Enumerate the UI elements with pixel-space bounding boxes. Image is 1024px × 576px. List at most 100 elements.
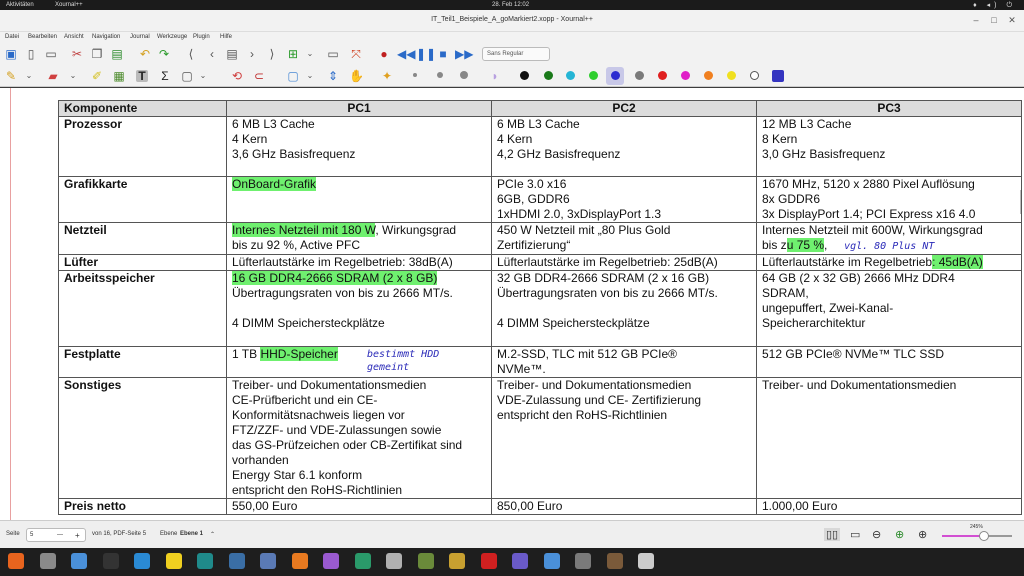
open-icon[interactable]: ▭ xyxy=(44,47,58,61)
shape-icon[interactable]: ▢ xyxy=(180,69,194,83)
presentation-icon[interactable]: ▭ xyxy=(850,528,860,541)
eraser-icon[interactable]: ▰ xyxy=(46,69,60,83)
zoom-in-icon[interactable]: ⊕ xyxy=(918,528,927,541)
record-icon[interactable]: ● xyxy=(377,47,391,61)
menu-plugin[interactable]: Plugin xyxy=(193,34,210,40)
zoom-slider[interactable] xyxy=(942,531,1012,541)
taskbar-app-icon[interactable] xyxy=(71,553,87,569)
taskbar-app-icon[interactable] xyxy=(449,553,465,569)
pen-color-swatch[interactable] xyxy=(704,71,713,80)
minimize-button[interactable]: – xyxy=(970,15,982,25)
pen-icon[interactable]: ✎ xyxy=(4,69,18,83)
thick-size-icon[interactable] xyxy=(460,71,468,79)
highlighter-icon[interactable]: ✐ xyxy=(90,69,104,83)
pen-color-swatch[interactable] xyxy=(727,71,736,80)
menu-journal[interactable]: Journal xyxy=(130,34,150,40)
taskbar-app-icon[interactable] xyxy=(8,553,24,569)
chevron-down-icon[interactable]: ⌄ xyxy=(22,69,36,83)
select-rect-icon[interactable]: ▢ xyxy=(286,69,300,83)
taskbar-app-icon[interactable] xyxy=(512,553,528,569)
pen-color-swatch[interactable] xyxy=(589,71,598,80)
pen-color-swatch[interactable] xyxy=(635,71,644,80)
image-icon[interactable]: ▦ xyxy=(112,69,126,83)
chevron-down-icon[interactable]: ⌄ xyxy=(66,69,80,83)
chevron-up-icon[interactable]: ⌃ xyxy=(210,531,215,538)
taskbar-app-icon[interactable] xyxy=(323,553,339,569)
app-menu[interactable]: Xournal++ xyxy=(55,2,83,8)
menu-hilfe[interactable]: Hilfe xyxy=(220,34,232,40)
pen-color-swatch[interactable] xyxy=(658,71,667,80)
menu-navigation[interactable]: Navigation xyxy=(92,34,120,40)
taskbar-app-icon[interactable] xyxy=(480,553,497,569)
pen-color-swatch[interactable] xyxy=(566,71,575,80)
page-decrement-button[interactable]: — xyxy=(57,532,63,538)
fine-size-icon[interactable] xyxy=(413,73,417,77)
new-document-icon[interactable]: ▯ xyxy=(24,47,38,61)
rewind-icon[interactable]: ◀◀ xyxy=(397,47,415,61)
layer-select[interactable]: Ebene 1 xyxy=(180,531,203,537)
previous-page-icon[interactable]: ‹ xyxy=(205,47,219,61)
vertical-space-icon[interactable]: ⇕ xyxy=(326,69,340,83)
copy-icon[interactable]: ❐ xyxy=(90,47,104,61)
medium-size-icon[interactable] xyxy=(437,72,443,78)
next-page-icon[interactable]: › xyxy=(245,47,259,61)
pen-color-swatch[interactable] xyxy=(681,71,690,80)
pen-color-swatch[interactable] xyxy=(772,70,784,82)
page-increment-button[interactable]: + xyxy=(75,531,80,540)
goto-page-icon[interactable]: ▤ xyxy=(225,47,239,61)
chevron-down-icon[interactable]: ⌄ xyxy=(196,69,210,83)
menu-ansicht[interactable]: Ansicht xyxy=(64,34,84,40)
fill-icon[interactable]: ◗ xyxy=(488,69,502,83)
taskbar-app-icon[interactable] xyxy=(606,553,623,569)
taskbar-app-icon[interactable] xyxy=(260,553,276,569)
taskbar-app-icon[interactable] xyxy=(354,553,371,569)
chevron-down-icon[interactable]: ⌄ xyxy=(303,47,317,61)
insert-page-icon[interactable]: ⊞ xyxy=(286,47,300,61)
menu-bearbeiten[interactable]: Bearbeiten xyxy=(28,34,57,40)
undo-icon[interactable]: ↶ xyxy=(138,47,152,61)
hand-icon[interactable]: ✋ xyxy=(349,69,364,83)
clock[interactable]: 28. Feb 12:02 xyxy=(492,2,529,8)
taskbar-app-icon[interactable] xyxy=(575,553,591,569)
pen-color-swatch[interactable] xyxy=(750,71,759,80)
pen-color-swatch[interactable] xyxy=(544,71,553,80)
chevron-down-icon[interactable]: ⌄ xyxy=(303,69,317,83)
fullscreen-icon[interactable]: ⤧ xyxy=(349,47,363,61)
first-page-icon[interactable]: ⟨ xyxy=(184,47,198,61)
menu-datei[interactable]: Datei xyxy=(5,34,19,40)
activities-button[interactable]: Aktivitäten xyxy=(6,2,34,8)
play-object-icon[interactable]: ✦ xyxy=(380,69,394,83)
taskbar-app-icon[interactable] xyxy=(102,553,119,569)
font-selector[interactable]: Sans Regular xyxy=(482,47,550,61)
redo-icon[interactable]: ↷ xyxy=(157,47,171,61)
taskbar-app-icon[interactable] xyxy=(417,553,434,569)
page-number-input[interactable]: 5 — + xyxy=(26,528,86,542)
menu-werkzeuge[interactable]: Werkzeuge xyxy=(157,34,187,40)
taskbar-app-icon[interactable] xyxy=(386,553,402,569)
zoom-out-icon[interactable]: ⊖ xyxy=(872,528,881,541)
pause-icon[interactable]: ❚❚ xyxy=(416,47,436,61)
taskbar-app-icon[interactable] xyxy=(638,553,654,569)
taskbar-app-icon[interactable] xyxy=(228,553,245,569)
snap-icon[interactable]: ⊂ xyxy=(252,69,266,83)
rotate-icon[interactable]: ⟲ xyxy=(230,69,244,83)
text-tool-icon[interactable]: T xyxy=(135,69,149,83)
taskbar-app-icon[interactable] xyxy=(197,553,213,569)
dual-page-icon[interactable]: ▯▯ xyxy=(824,528,841,541)
taskbar-app-icon[interactable] xyxy=(134,553,150,569)
system-tray[interactable]: ♦ ◂) ⏻ xyxy=(973,1,1016,10)
save-icon[interactable]: ▣ xyxy=(4,47,18,61)
forward-icon[interactable]: ▶▶ xyxy=(455,47,473,61)
paste-icon[interactable]: ▤ xyxy=(110,47,124,61)
taskbar-app-icon[interactable] xyxy=(165,553,182,569)
maximize-button[interactable]: □ xyxy=(988,15,1000,25)
delete-page-icon[interactable]: ▭ xyxy=(326,47,340,61)
pen-color-swatch[interactable] xyxy=(611,71,620,80)
zoom-slider-knob[interactable] xyxy=(979,531,989,541)
stop-icon[interactable]: ■ xyxy=(436,47,450,61)
last-page-icon[interactable]: ⟩ xyxy=(265,47,279,61)
math-tex-icon[interactable]: Σ xyxy=(158,69,172,83)
taskbar-app-icon[interactable] xyxy=(39,553,56,569)
close-button[interactable]: ✕ xyxy=(1006,15,1018,26)
taskbar-app-icon[interactable] xyxy=(543,553,560,569)
